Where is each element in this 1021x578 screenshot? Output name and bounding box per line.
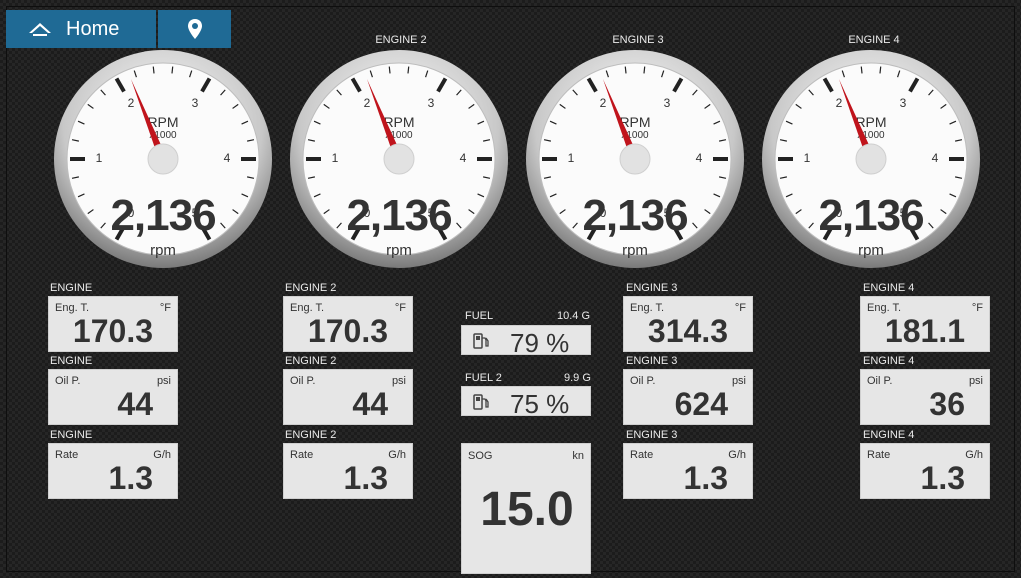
needle-hub bbox=[383, 143, 415, 175]
field-unit: °F bbox=[159, 302, 171, 314]
sog-box: SOG kn 15.0 bbox=[461, 443, 591, 574]
field-value: 44 bbox=[117, 386, 153, 422]
fuel-rate-box: Rate G/h 1.3 bbox=[623, 443, 753, 499]
field-unit: G/h bbox=[153, 449, 171, 461]
location-pin-icon bbox=[187, 19, 202, 39]
rpm-unit: rpm bbox=[858, 242, 884, 259]
fuel-pump-icon bbox=[473, 394, 489, 410]
field-unit: G/h bbox=[965, 449, 983, 461]
field-unit: °F bbox=[971, 302, 983, 314]
field-unit: psi bbox=[968, 375, 983, 387]
fuel-rate-box: Rate G/h 1.3 bbox=[860, 443, 990, 499]
field-unit: psi bbox=[731, 375, 746, 387]
field-name: Rate bbox=[630, 449, 654, 461]
field-unit: °F bbox=[734, 302, 746, 314]
rpm-gauge-4: 0 1 2 3 4 5 RPM x1000 2,136 rpm bbox=[760, 48, 982, 270]
rpm-gauge-1: 0 1 2 3 4 5 RPM x1000 2,136 rpm bbox=[52, 48, 274, 270]
rpm-value: 2,136 bbox=[582, 191, 688, 240]
rpm-value: 2,136 bbox=[818, 191, 924, 240]
rpm-value: 2,136 bbox=[110, 191, 216, 240]
fuel-capacity: 9.9 G bbox=[564, 372, 591, 384]
home-button[interactable]: Home bbox=[6, 10, 156, 48]
engine-label: ENGINE 4 bbox=[863, 429, 915, 441]
field-name: Rate bbox=[290, 449, 314, 461]
field-name: Rate bbox=[55, 449, 79, 461]
gauge-title-2: ENGINE 2 bbox=[375, 34, 427, 46]
engine-label: ENGINE bbox=[50, 282, 93, 294]
sog-unit: kn bbox=[572, 450, 584, 462]
engine-label: ENGINE 3 bbox=[626, 282, 678, 294]
oil-pressure-box: Oil P. psi 36 bbox=[860, 369, 990, 425]
needle-hub bbox=[619, 143, 651, 175]
rpm-gauge-3: 0 1 2 3 4 5 RPM x1000 2,136 rpm bbox=[524, 48, 746, 270]
fuel-level-box: 79 % bbox=[461, 325, 591, 358]
field-value: 314.3 bbox=[647, 313, 728, 349]
field-value: 170.3 bbox=[72, 313, 153, 349]
fuel-level-box: 75 % bbox=[461, 386, 591, 419]
engine-label: ENGINE 3 bbox=[626, 429, 678, 441]
field-name: Oil P. bbox=[867, 375, 893, 387]
field-value: 181.1 bbox=[884, 313, 965, 349]
home-icon bbox=[29, 23, 51, 36]
rpm-value: 2,136 bbox=[346, 191, 452, 240]
fuel-label: FUEL 2 bbox=[465, 372, 502, 384]
rpm-unit: rpm bbox=[386, 242, 412, 259]
engine-temp-box: Eng. T. °F 170.3 bbox=[283, 296, 413, 352]
fuel-percent: 75 % bbox=[510, 389, 570, 419]
field-unit: G/h bbox=[728, 449, 746, 461]
engine-label: ENGINE 4 bbox=[863, 355, 915, 367]
sog-name: SOG bbox=[468, 450, 493, 462]
oil-pressure-box: Oil P. psi 44 bbox=[283, 369, 413, 425]
field-value: 1.3 bbox=[683, 460, 728, 496]
field-unit: psi bbox=[391, 375, 406, 387]
fuel-percent: 79 % bbox=[510, 328, 570, 358]
field-unit: °F bbox=[394, 302, 406, 314]
fuel-rate-box: Rate G/h 1.3 bbox=[283, 443, 413, 499]
gauge-title-4: ENGINE 4 bbox=[848, 34, 900, 46]
engine-temp-box: Eng. T. °F 181.1 bbox=[860, 296, 990, 352]
rpm-gauge-2: 0 1 2 3 4 5 RPM x1000 2,136 rpm bbox=[288, 48, 510, 270]
engine-label: ENGINE 4 bbox=[863, 282, 915, 294]
field-value: 44 bbox=[352, 386, 388, 422]
rpm-unit: rpm bbox=[622, 242, 648, 259]
field-value: 170.3 bbox=[307, 313, 388, 349]
home-label: Home bbox=[66, 17, 120, 40]
gauge-title-3: ENGINE 3 bbox=[612, 34, 664, 46]
engine-label: ENGINE 2 bbox=[285, 355, 337, 367]
engine-label: ENGINE bbox=[50, 355, 93, 367]
field-value: 1.3 bbox=[920, 460, 965, 496]
location-button[interactable] bbox=[158, 10, 231, 48]
field-value: 36 bbox=[929, 386, 965, 422]
fuel-capacity: 10.4 G bbox=[557, 310, 591, 322]
field-name: Rate bbox=[867, 449, 891, 461]
fuel-label: FUEL bbox=[465, 310, 494, 322]
engine-label: ENGINE 2 bbox=[285, 429, 337, 441]
field-name: Oil P. bbox=[55, 375, 81, 387]
field-name: Oil P. bbox=[290, 375, 316, 387]
engine-temp-box: Eng. T. °F 314.3 bbox=[623, 296, 753, 352]
field-value: 624 bbox=[674, 386, 728, 422]
needle-hub bbox=[147, 143, 179, 175]
field-name: Oil P. bbox=[630, 375, 656, 387]
field-value: 1.3 bbox=[343, 460, 388, 496]
engine-label: ENGINE bbox=[50, 429, 93, 441]
fuel-rate-box: Rate G/h 1.3 bbox=[48, 443, 178, 499]
engine-label: ENGINE 2 bbox=[285, 282, 337, 294]
oil-pressure-box: Oil P. psi 44 bbox=[48, 369, 178, 425]
fuel-pump-icon bbox=[473, 333, 489, 349]
sog-value: 15.0 bbox=[480, 483, 574, 536]
engine-label: ENGINE 3 bbox=[626, 355, 678, 367]
field-value: 1.3 bbox=[108, 460, 153, 496]
oil-pressure-box: Oil P. psi 624 bbox=[623, 369, 753, 425]
needle-hub bbox=[855, 143, 887, 175]
engine-temp-box: Eng. T. °F 170.3 bbox=[48, 296, 178, 352]
rpm-unit: rpm bbox=[150, 242, 176, 259]
field-unit: G/h bbox=[388, 449, 406, 461]
field-unit: psi bbox=[156, 375, 171, 387]
